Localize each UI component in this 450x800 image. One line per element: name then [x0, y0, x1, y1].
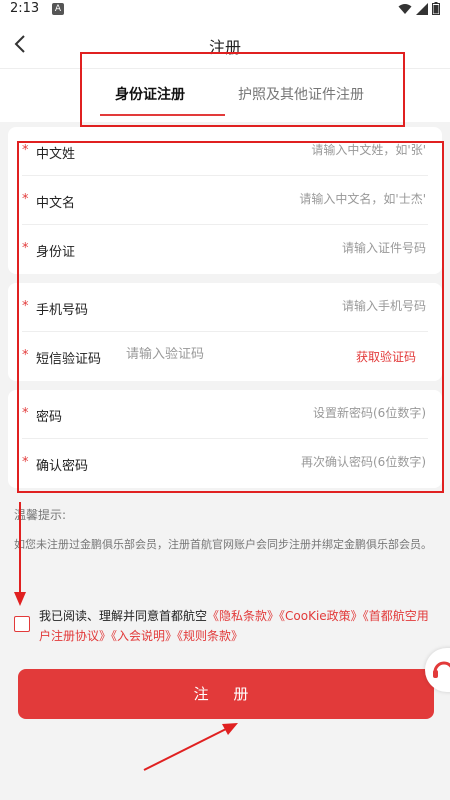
surname-label: 中文姓: [36, 147, 76, 162]
phone-label: 手机号码: [36, 303, 89, 318]
tab-passport[interactable]: 护照及其他证件注册: [238, 84, 364, 104]
required-mark: *: [22, 406, 29, 421]
agreement-prefix: 我已阅读、理解并同意首都航空: [39, 609, 208, 623]
register-button[interactable]: 注 册: [18, 669, 434, 719]
tab-id-card[interactable]: 身份证注册: [115, 84, 185, 104]
rules-link[interactable]: 《规则条款》: [177, 629, 243, 643]
confirm-password-input[interactable]: [226, 455, 426, 469]
required-mark: *: [22, 241, 29, 256]
identity-card: * 中文姓 * 中文名 * 身份证: [8, 127, 442, 274]
page-header: 注册: [0, 20, 450, 68]
contact-card: * 手机号码 * 短信验证码 获取验证码: [8, 283, 442, 381]
required-mark: *: [22, 348, 29, 363]
confirm-password-row: * 确认密码: [8, 439, 442, 488]
status-icons: [398, 2, 440, 15]
password-card: * 密码 * 确认密码: [8, 390, 442, 488]
phone-row: * 手机号码: [8, 283, 442, 332]
confirm-password-label: 确认密码: [36, 459, 89, 474]
wifi-icon: [398, 3, 412, 14]
sms-code-input[interactable]: [126, 347, 296, 362]
tab-bar: 身份证注册 护照及其他证件注册: [0, 68, 450, 122]
given-name-row: * 中文名: [8, 176, 442, 225]
headset-icon: [433, 661, 450, 678]
required-mark: *: [22, 299, 29, 314]
id-card-input[interactable]: [226, 241, 426, 255]
surname-input[interactable]: [226, 143, 426, 157]
password-row: * 密码: [8, 390, 442, 439]
tab-active-indicator: [100, 114, 225, 116]
id-card-label: 身份证: [36, 245, 76, 260]
required-mark: *: [22, 192, 29, 207]
password-label: 密码: [36, 410, 63, 425]
tips-text: 如您未注册过金鹏俱乐部会员，注册首航官网账户会同步注册并绑定金鹏俱乐部会员。: [14, 538, 432, 551]
status-bar: 2:13 A: [0, 0, 450, 20]
tips-title: 温馨提示:: [14, 508, 67, 522]
status-time: 2:13: [10, 1, 40, 16]
arrow-to-register-icon: [143, 723, 238, 771]
id-card-row: * 身份证: [8, 225, 442, 274]
sms-code-row: * 短信验证码 获取验证码: [8, 332, 442, 381]
cookie-policy-link[interactable]: 《CooKie政策》: [279, 609, 363, 623]
password-input[interactable]: [226, 406, 426, 420]
phone-input[interactable]: [226, 299, 426, 313]
given-name-input[interactable]: [226, 192, 426, 206]
page-title: 注册: [208, 38, 241, 57]
surname-row: * 中文姓: [8, 127, 442, 176]
agree-checkbox[interactable]: [14, 616, 30, 632]
sms-code-label: 短信验证码: [36, 352, 102, 367]
get-code-button[interactable]: 获取验证码: [356, 348, 416, 365]
privacy-link[interactable]: 《隐私条款》: [207, 609, 279, 623]
notification-badge-icon: A: [52, 3, 64, 15]
required-mark: *: [22, 455, 29, 470]
agreement-text: 我已阅读、理解并同意首都航空《隐私条款》《CooKie政策》《首都航空用户注册协…: [39, 606, 434, 646]
membership-link[interactable]: 《入会说明》: [111, 629, 177, 643]
signal-icon: [416, 2, 428, 15]
battery-icon: [432, 2, 440, 15]
required-mark: *: [22, 143, 29, 158]
given-name-label: 中文名: [36, 196, 76, 211]
